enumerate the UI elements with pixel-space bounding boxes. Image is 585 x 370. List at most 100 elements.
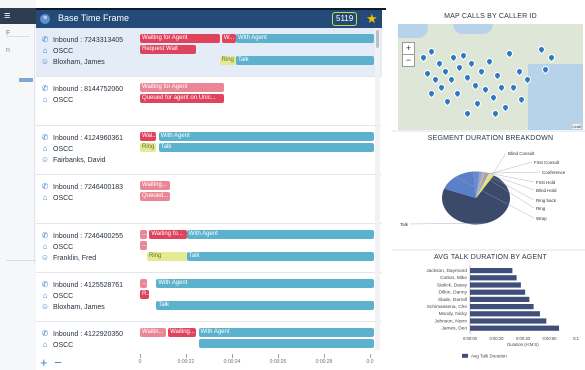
timeline-segment[interactable]: ... bbox=[140, 279, 148, 288]
map-marker-icon[interactable] bbox=[504, 48, 515, 59]
map-marker-icon[interactable] bbox=[446, 74, 457, 85]
timeline-segment[interactable]: W... bbox=[221, 34, 236, 43]
scrollbar[interactable] bbox=[375, 28, 380, 350]
map-marker-icon[interactable] bbox=[516, 94, 527, 105]
map-marker-icon[interactable] bbox=[480, 84, 491, 95]
map-attribution[interactable]: Leafl bbox=[572, 124, 581, 129]
map-marker-icon[interactable] bbox=[466, 58, 477, 69]
map-marker-icon[interactable] bbox=[476, 66, 487, 77]
segment-chart-title: SEGMENT DURATION BREAKDOWN bbox=[427, 135, 554, 142]
talk-duration-bar[interactable] bbox=[470, 296, 530, 302]
timeline-segment[interactable]: Waiting fo... bbox=[149, 230, 187, 239]
timeline-segment[interactable]: Waitin... bbox=[140, 328, 166, 337]
map-marker-icon[interactable] bbox=[426, 46, 437, 57]
timeline-segment[interactable]: Talk bbox=[156, 301, 374, 310]
phone-icon: ✆ bbox=[41, 133, 49, 142]
phone-text: Inbound : 8144752060 bbox=[53, 86, 124, 93]
timeline-segment[interactable]: Ring bbox=[147, 252, 187, 261]
map-marker-icon[interactable] bbox=[426, 88, 437, 99]
timeline-segment[interactable]: Queued for agent on Unic... bbox=[140, 94, 225, 103]
timeline-segment[interactable]: Waiting for Agent bbox=[140, 34, 220, 43]
map-marker-icon[interactable] bbox=[454, 62, 465, 73]
call-row[interactable]: ✆ Inbound : 4125528761 ⌂ OSCC ☺ Bloxham, Jame… bbox=[36, 273, 382, 322]
phone-text: Inbound : 4124960361 bbox=[53, 135, 124, 142]
timeline-segment[interactable]: Ring bbox=[219, 56, 236, 65]
map-marker-icon[interactable] bbox=[496, 82, 507, 93]
menu-icon[interactable]: ≡ bbox=[4, 9, 10, 23]
timeline-segment[interactable] bbox=[198, 339, 374, 348]
pie-slice-label: Talk bbox=[400, 222, 409, 227]
pie-slice-label: Wrap bbox=[536, 216, 547, 221]
timeline-segment[interactable]: R... bbox=[140, 290, 150, 299]
timeline-segment[interactable]: Waiting... bbox=[168, 328, 197, 337]
timeline-segment[interactable]: Talk bbox=[186, 252, 374, 261]
map-marker-icon[interactable] bbox=[442, 96, 453, 107]
timeline-segment[interactable]: Ring bbox=[140, 143, 157, 152]
axis-tick-label: 0:0 bbox=[366, 359, 374, 365]
talk-duration-bar[interactable] bbox=[470, 268, 513, 274]
map-marker-icon[interactable] bbox=[492, 70, 503, 81]
timeline-segment[interactable]: With Agent bbox=[158, 132, 374, 141]
talk-duration-bar[interactable] bbox=[470, 275, 517, 281]
plus-icon[interactable]: + bbox=[40, 355, 48, 370]
call-row[interactable]: ✆ Inbound : 7246400255 ⌂ OSCC ☺ Franklin, Fre… bbox=[36, 224, 382, 273]
bar-category-label: Johnson, Norm bbox=[434, 318, 467, 324]
map-marker-icon[interactable] bbox=[462, 72, 473, 83]
map-marker-icon[interactable] bbox=[422, 68, 433, 79]
scrollbar-thumb[interactable] bbox=[376, 30, 379, 48]
timeline-segment[interactable]: Request Wait bbox=[140, 45, 197, 54]
timeline-segment[interactable]: Waiting for Agent bbox=[140, 83, 225, 92]
queue-icon: ⌂ bbox=[42, 144, 48, 153]
map-marker-icon[interactable] bbox=[462, 108, 473, 119]
talk-duration-bar[interactable] bbox=[470, 318, 547, 324]
phone-line: ✆ Inbound : 8144752060 bbox=[40, 83, 123, 94]
pie-slice-label: Conference bbox=[542, 170, 566, 175]
map-marker-icon[interactable] bbox=[508, 82, 519, 93]
map-marker-icon[interactable] bbox=[500, 102, 511, 113]
caller-map[interactable]: + − Leafl bbox=[398, 24, 583, 130]
timeline-segment[interactable]: Talk bbox=[235, 56, 374, 65]
talk-duration-bar[interactable] bbox=[470, 311, 540, 317]
map-marker-icon[interactable] bbox=[434, 58, 445, 69]
panel-menu-icon[interactable]: ≡ bbox=[40, 14, 50, 24]
call-row[interactable]: ✆ Inbound : 8144752060 ⌂ OSCC Waiting for Ag… bbox=[36, 77, 382, 126]
timeline-segment[interactable]: Talk bbox=[158, 143, 374, 152]
map-marker-icon[interactable] bbox=[430, 74, 441, 85]
pie-leader-line bbox=[489, 161, 533, 175]
map-marker-icon[interactable] bbox=[418, 52, 429, 63]
map-marker-icon[interactable] bbox=[448, 52, 459, 63]
timeline-segment[interactable]: With Agent bbox=[198, 328, 374, 337]
map-marker-icon[interactable] bbox=[440, 66, 451, 77]
map-marker-icon[interactable] bbox=[470, 80, 481, 91]
timeline-segment[interactable]: ... bbox=[140, 230, 148, 239]
talk-duration-bar[interactable] bbox=[470, 282, 521, 288]
timeline-segment[interactable]: With Agent bbox=[156, 279, 374, 288]
map-marker-icon[interactable] bbox=[536, 44, 547, 55]
call-row[interactable]: ✆ Inbound : 7243313405 ⌂ OSCC ☺ Bloxham, Jame… bbox=[36, 28, 382, 77]
talk-duration-bar[interactable] bbox=[470, 325, 560, 331]
talk-duration-bar[interactable] bbox=[470, 304, 534, 310]
map-marker-icon[interactable] bbox=[546, 52, 557, 63]
talk-duration-bar[interactable] bbox=[470, 289, 526, 295]
map-marker-icon[interactable] bbox=[484, 56, 495, 67]
map-marker-icon[interactable] bbox=[514, 66, 525, 77]
minus-icon[interactable]: − bbox=[54, 355, 62, 370]
timeline-segment[interactable]: Queued... bbox=[140, 192, 171, 201]
map-marker-icon[interactable] bbox=[452, 88, 463, 99]
map-marker-icon[interactable] bbox=[488, 92, 499, 103]
timeline-segment[interactable]: Waiting... bbox=[140, 181, 171, 190]
map-zoom-out-button[interactable]: − bbox=[402, 54, 415, 67]
map-marker-icon[interactable] bbox=[436, 82, 447, 93]
timeline-segment[interactable]: With Agent bbox=[235, 34, 374, 43]
map-marker-icon[interactable] bbox=[472, 98, 483, 109]
timeline-segment[interactable]: Wai... bbox=[140, 132, 157, 141]
timeline-segment[interactable]: ... bbox=[140, 241, 148, 250]
call-row[interactable]: ✆ Inbound : 7246400183 ⌂ OSCC Waiting... Queu… bbox=[36, 175, 382, 224]
timeline-segment[interactable]: With Agent bbox=[186, 230, 374, 239]
queue-text: OSCC bbox=[53, 293, 74, 300]
star-icon[interactable]: ★ bbox=[366, 10, 378, 27]
map-marker-icon[interactable] bbox=[458, 50, 469, 61]
phone-line: ✆ Inbound : 4122920350 bbox=[40, 328, 123, 339]
call-row[interactable]: ✆ Inbound : 4124960361 ⌂ OSCC ☺ Fairbanks, Da… bbox=[36, 126, 382, 175]
map-marker-icon[interactable] bbox=[490, 108, 501, 119]
